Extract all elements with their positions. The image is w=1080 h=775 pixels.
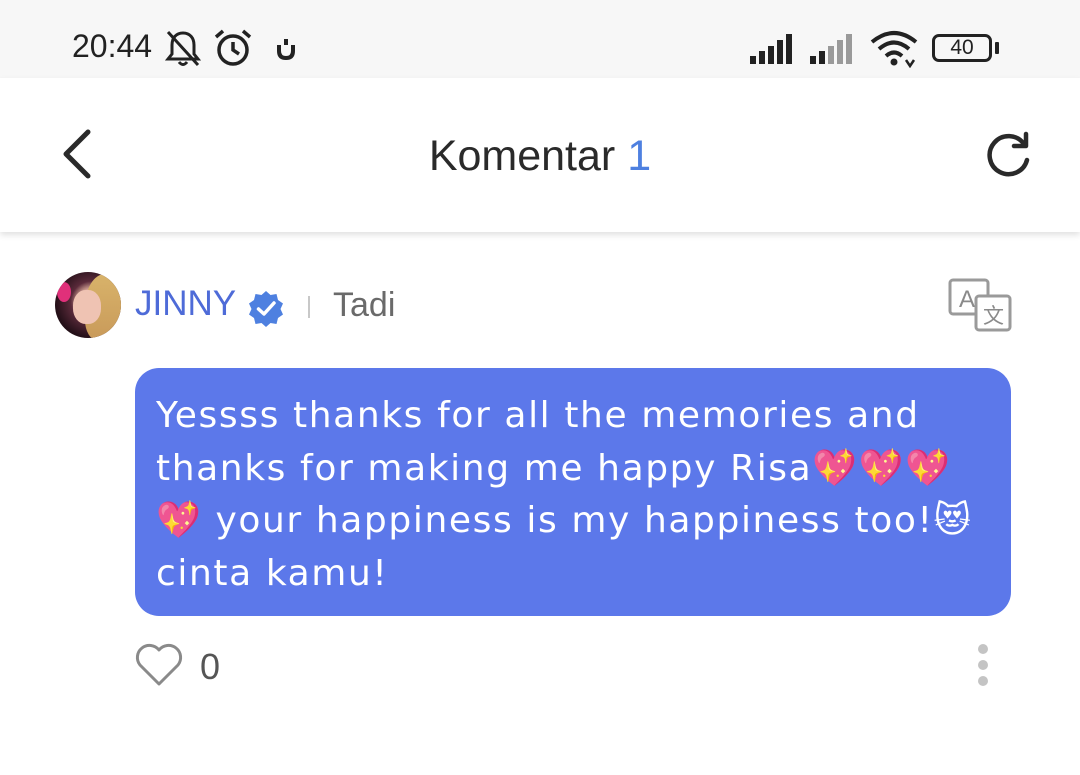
comment-text: Yessss thanks for all the memories and t…: [156, 395, 973, 594]
refresh-button[interactable]: [982, 130, 1034, 182]
battery-icon: 40: [932, 34, 992, 62]
avatar-accent: [57, 282, 71, 302]
comment-bubble: Yessss thanks for all the memories and t…: [135, 368, 1011, 616]
username[interactable]: JINNY: [135, 284, 236, 324]
svg-text:文: 文: [983, 304, 1004, 328]
avatar[interactable]: [55, 272, 121, 338]
heart-icon[interactable]: [134, 642, 184, 688]
battery-nub: [995, 42, 999, 54]
bell-off-icon: [165, 30, 201, 67]
comment-time: Tadi: [333, 286, 396, 324]
title-text: Komentar: [428, 132, 616, 180]
comment-count: 1: [627, 132, 652, 180]
battery-level: 40: [950, 36, 974, 59]
alarm-icon: [214, 29, 252, 66]
app-notification-icon: [277, 39, 295, 61]
status-bar: 20:44 40: [0, 0, 1080, 78]
more-dot: [978, 660, 988, 670]
more-dot: [978, 644, 988, 654]
status-time: 20:44: [72, 28, 153, 64]
wifi-icon: [870, 31, 918, 68]
svg-text:A: A: [959, 286, 975, 313]
signal-weak-icon: [810, 34, 852, 64]
more-vertical-icon[interactable]: [966, 636, 1000, 692]
signal-icon: [750, 34, 792, 64]
comment-item: JINNY Tadi A 文 Yessss thanks for all the…: [0, 232, 1080, 775]
more-dot: [978, 676, 988, 686]
verified-badge-icon: [249, 291, 283, 327]
app-bar: Komentar 1: [0, 78, 1080, 232]
translate-button[interactable]: A 文: [948, 278, 1014, 334]
meta-separator: [308, 296, 310, 318]
avatar-face: [73, 290, 101, 324]
like-count: 0: [200, 646, 221, 687]
page-title: Komentar 1: [0, 130, 1080, 182]
